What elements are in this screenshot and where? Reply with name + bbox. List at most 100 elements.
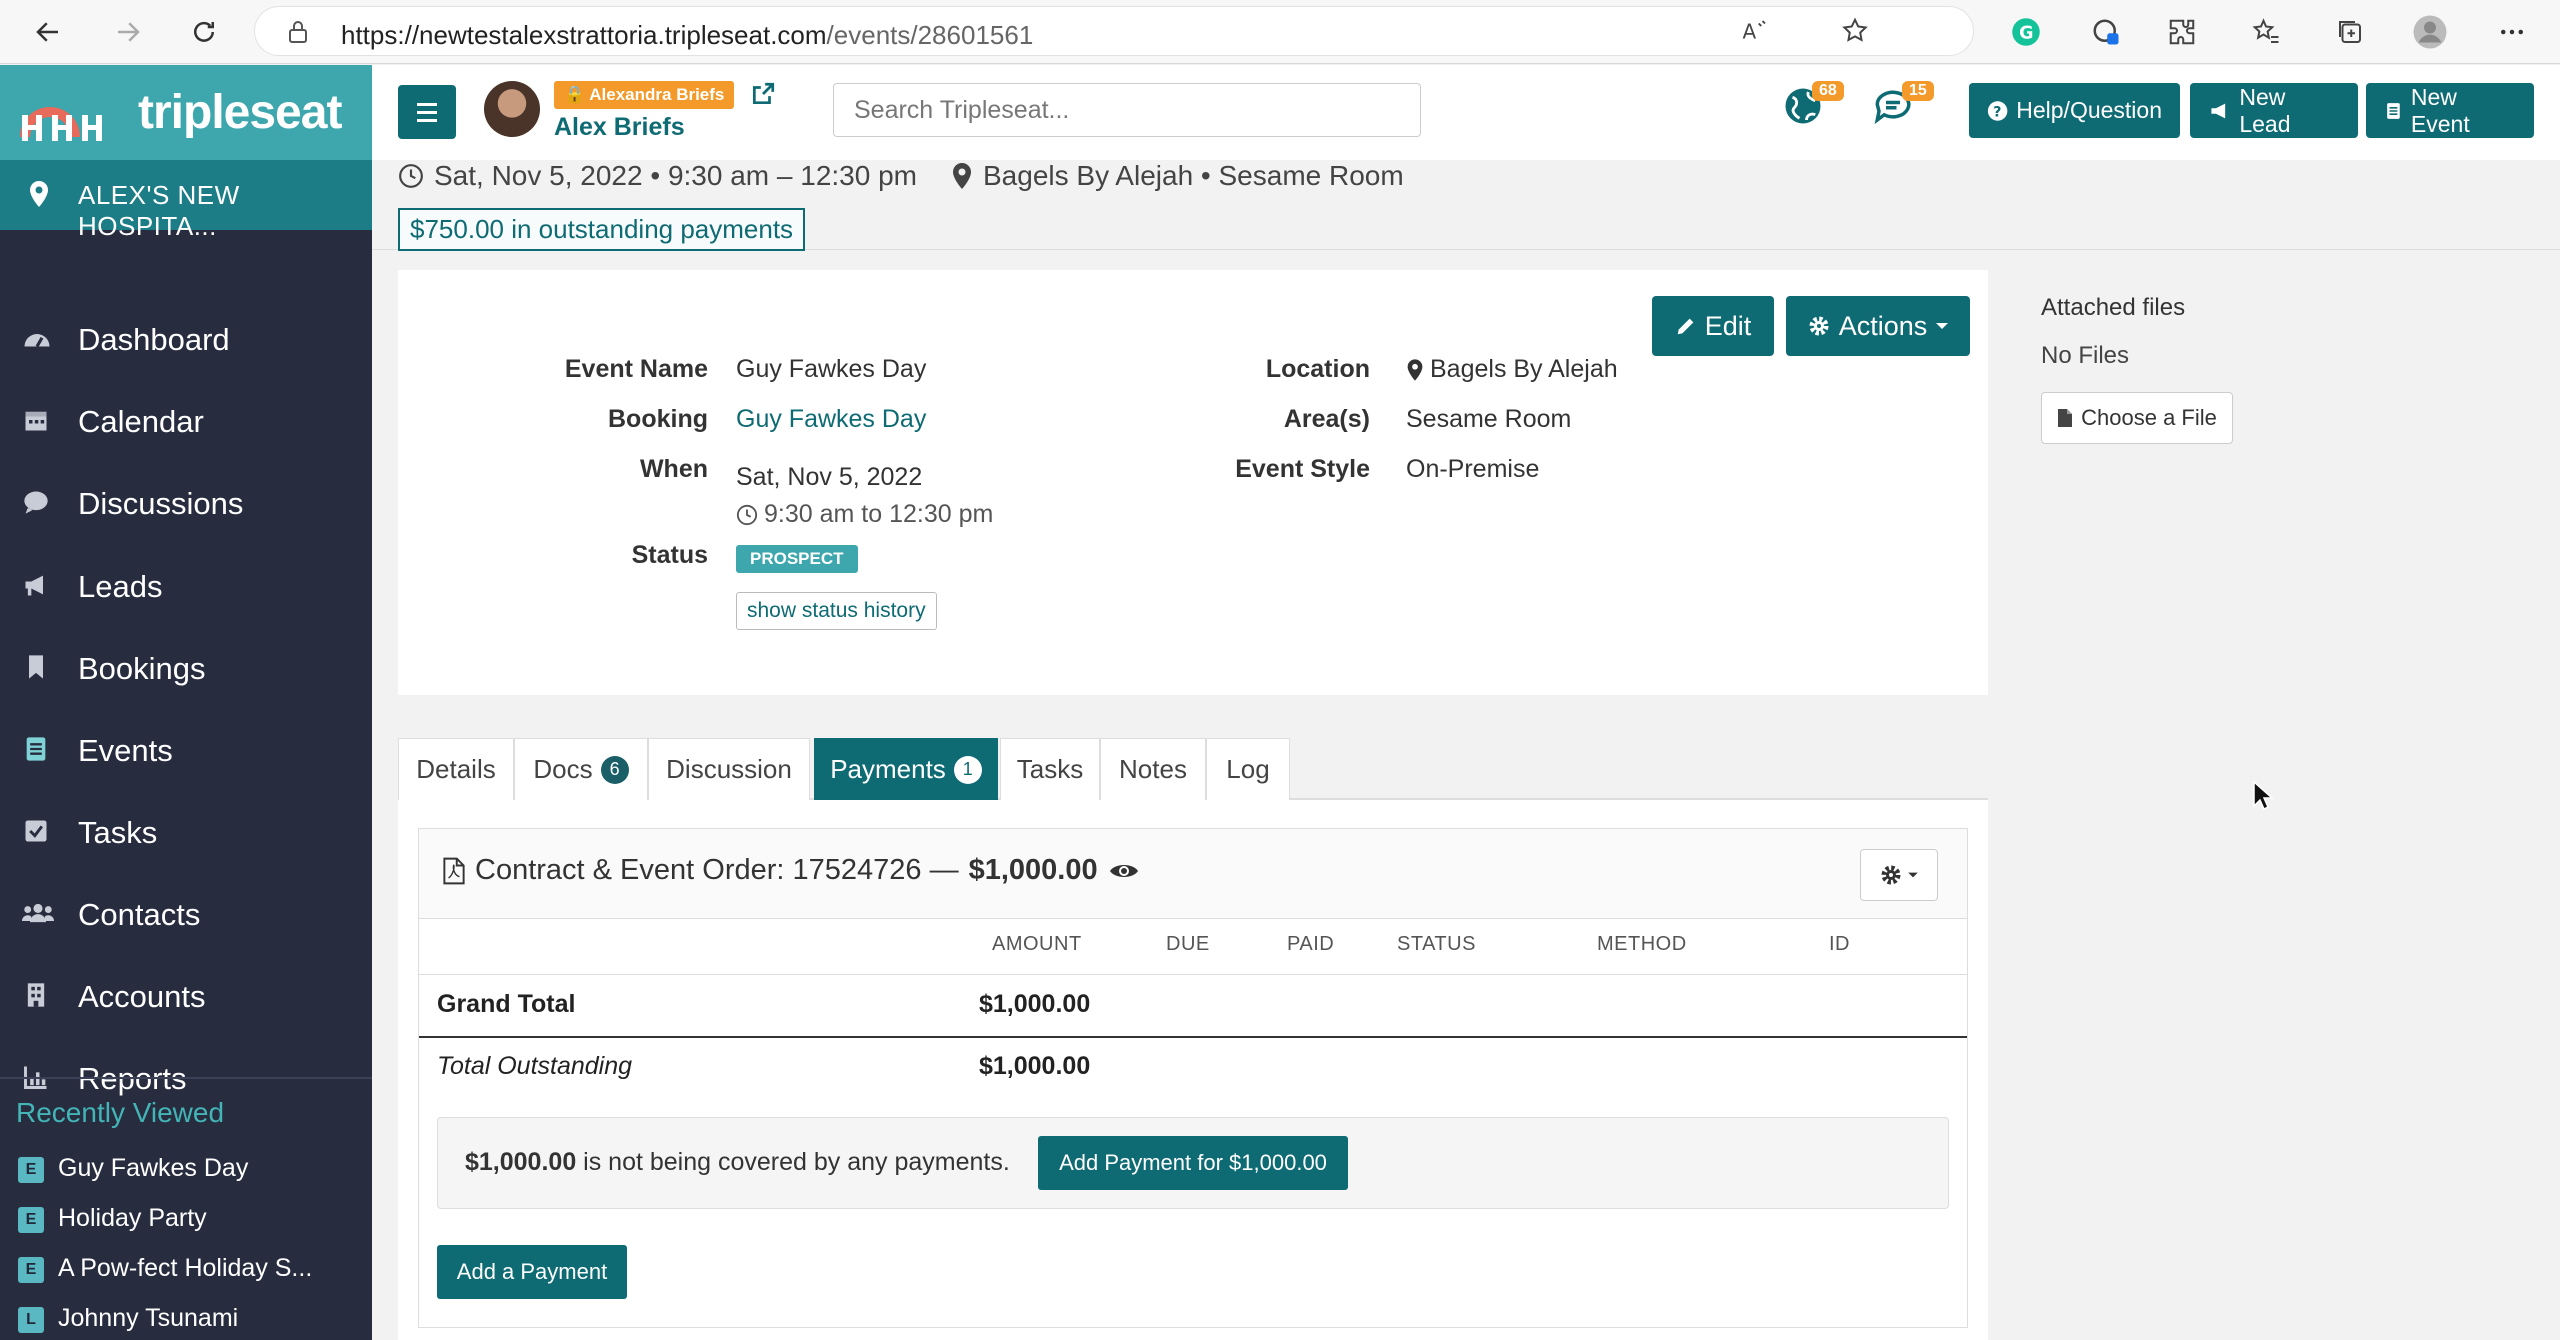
recent-item[interactable]: E Guy Fawkes Day (18, 1154, 248, 1183)
edit-button[interactable]: Edit (1652, 296, 1774, 356)
tab-discussion[interactable]: Discussion (648, 738, 810, 800)
sidebar-item-label: Dashboard (78, 322, 230, 357)
people-icon (22, 899, 54, 929)
contract-header: Contract & Event Order: 17524726 — $1,00… (419, 829, 1967, 919)
calendar-icon (22, 406, 52, 436)
recent-item[interactable]: L Johnny Tsunami (18, 1304, 238, 1333)
tab-log[interactable]: Log (1206, 738, 1290, 800)
profile-icon[interactable] (2410, 12, 2450, 52)
back-icon[interactable] (28, 12, 68, 52)
sidebar-item-label: Tasks (78, 815, 158, 850)
tab-docs[interactable]: Docs 6 (514, 738, 648, 800)
clock-icon (736, 504, 758, 525)
chat-notification-button[interactable]: 15 (1872, 81, 1934, 145)
add-payment-for-amount-button[interactable]: Add Payment for $1,000.00 (1038, 1136, 1348, 1190)
event-name-value: Guy Fawkes Day (736, 355, 927, 383)
new-lead-button[interactable]: New Lead (2190, 83, 2358, 138)
sidebar-item-contacts[interactable]: Contacts (0, 883, 372, 947)
eye-icon[interactable] (1108, 859, 1140, 883)
status-label: Status (631, 541, 708, 569)
sidebar-item-label: Contacts (78, 897, 201, 932)
address-bar[interactable]: https://newtestalexstrattoria.tripleseat… (254, 6, 1974, 56)
sidebar-item-tasks[interactable]: Tasks (0, 801, 372, 865)
tab-payments[interactable]: Payments 1 (814, 738, 998, 800)
avatar[interactable] (484, 81, 540, 137)
sidebar-item-label: Calendar (78, 404, 204, 439)
sidebar-item-leads[interactable]: Leads (0, 555, 372, 619)
help-question-button[interactable]: ? Help/Question (1969, 83, 2180, 138)
more-icon[interactable] (2492, 12, 2532, 52)
external-link-icon[interactable] (750, 81, 776, 112)
sidebar-item-calendar[interactable]: Calendar (0, 390, 372, 454)
globe-notification-button[interactable]: 68 (1782, 81, 1844, 145)
tripleseat-logo-icon (20, 107, 102, 141)
sidebar-item-label: Accounts (78, 979, 206, 1014)
url-text: https://newtestalexstrattoria.tripleseat… (341, 20, 1034, 50)
extensions-icon[interactable] (2162, 12, 2202, 52)
attached-files-title: Attached files (2041, 294, 2186, 321)
user-account-badge[interactable]: 🔒 Alexandra Briefs (554, 81, 735, 109)
payments-panel: Contract & Event Order: 17524726 — $1,00… (398, 800, 1988, 1340)
hamburger-menu-button[interactable] (398, 85, 456, 139)
sidebar-divider (0, 1077, 372, 1079)
contract-payment-box: Contract & Event Order: 17524726 — $1,00… (418, 828, 1968, 1328)
favorite-add-icon[interactable] (1835, 11, 1875, 51)
recent-type-badge: E (18, 1157, 44, 1183)
sidebar-item-bookings[interactable]: Bookings (0, 637, 372, 701)
event-style-label: Event Style (1235, 455, 1370, 483)
caret-down-icon (1936, 323, 1949, 329)
new-event-button[interactable]: New Event (2366, 83, 2534, 138)
booking-label: Booking (608, 405, 708, 433)
recent-item[interactable]: E Holiday Party (18, 1204, 207, 1233)
recent-item[interactable]: EA Pow-fect Holiday S... (18, 1254, 312, 1283)
show-status-history-button[interactable]: show status history (736, 592, 937, 630)
map-pin-icon (1407, 358, 1423, 381)
venue-selector[interactable]: ALEX'S NEW HOSPITA... (0, 160, 372, 241)
contract-title: Contract & Event Order: 17524726 — $1,00… (443, 854, 1140, 887)
actions-dropdown-button[interactable]: Actions (1786, 296, 1970, 356)
read-aloud-icon[interactable]: A (1735, 11, 1775, 51)
sidebar-item-label: Reports (78, 1061, 187, 1096)
user-name[interactable]: Alex Briefs (554, 113, 685, 142)
column-header-paid: PAID (1287, 933, 1335, 955)
column-header-due: DUE (1166, 933, 1210, 955)
logo-text: tripleseat (138, 86, 342, 139)
password-manager-icon[interactable] (2086, 12, 2126, 52)
event-name-label: Event Name (564, 355, 708, 383)
tab-details[interactable]: Details (398, 738, 514, 800)
question-circle-icon: ? (1987, 100, 2008, 121)
forward-icon[interactable] (108, 12, 148, 52)
sidebar-item-label: Events (78, 733, 173, 768)
tab-tasks[interactable]: Tasks (1000, 738, 1100, 800)
search-input[interactable] (833, 83, 1421, 137)
booking-link[interactable]: Guy Fawkes Day (736, 405, 926, 434)
sidebar: tripleseat ALEX'S NEW HOSPITA... Dashboa… (0, 65, 372, 1340)
logo[interactable]: tripleseat (0, 65, 372, 160)
status-badge: PROSPECT (736, 545, 858, 573)
svg-text:G: G (2019, 23, 2033, 43)
location-label: Location (1265, 355, 1370, 383)
reload-icon[interactable] (184, 12, 224, 52)
svg-text:A: A (1743, 20, 1757, 44)
map-pin-icon (28, 180, 50, 213)
sidebar-item-accounts[interactable]: Accounts (0, 965, 372, 1029)
outstanding-payments-badge[interactable]: $750.00 in outstanding payments (398, 208, 806, 251)
grammarly-icon[interactable]: G (2006, 12, 2046, 52)
sidebar-item-dashboard[interactable]: Dashboard (0, 308, 372, 372)
uncovered-payment-notice: $1,000.00 is not being covered by any pa… (437, 1117, 1949, 1209)
notice-text: $1,000.00 is not being covered by any pa… (465, 1148, 1010, 1176)
mouse-cursor-icon (2253, 780, 2274, 811)
dashboard-icon (22, 324, 52, 354)
recent-type-badge: L (18, 1307, 44, 1333)
sidebar-item-discussions[interactable]: Discussions (0, 472, 372, 536)
areas-label: Area(s) (1283, 405, 1370, 433)
favorites-icon[interactable] (2246, 12, 2286, 52)
tab-notes[interactable]: Notes (1100, 738, 1206, 800)
add-payment-button[interactable]: Add a Payment (437, 1245, 627, 1299)
choose-file-button[interactable]: Choose a File (2041, 392, 2233, 444)
sidebar-item-events[interactable]: Events (0, 719, 372, 783)
document-icon (22, 735, 52, 765)
contract-settings-button[interactable] (1860, 849, 1938, 901)
collections-icon[interactable] (2330, 12, 2370, 52)
grand-total-value: $1,000.00 (979, 990, 1091, 1018)
